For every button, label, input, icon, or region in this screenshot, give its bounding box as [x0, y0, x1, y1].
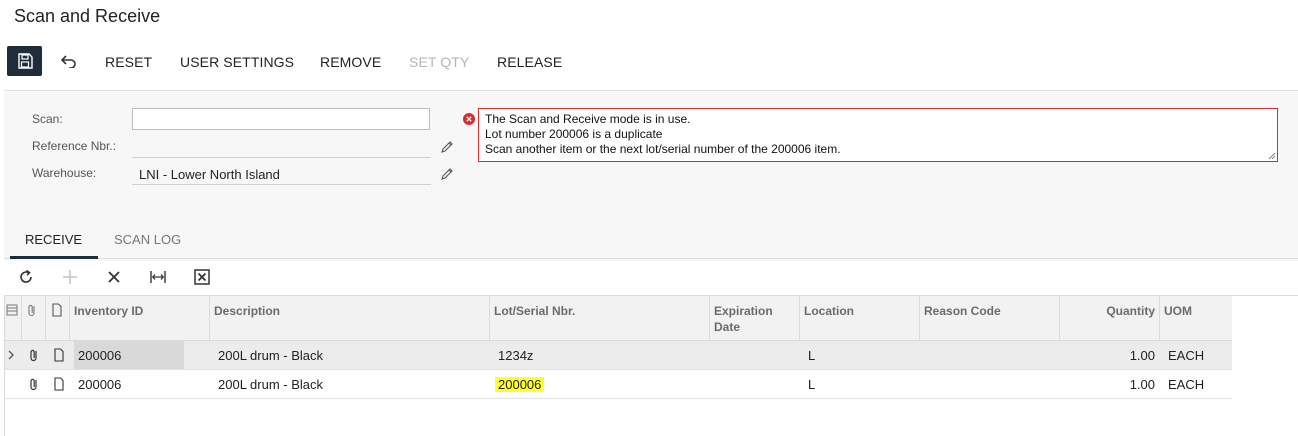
- cell-description[interactable]: 200L drum - Black: [218, 348, 323, 363]
- current-row-chevron-icon: [8, 350, 14, 360]
- error-icon: [463, 113, 475, 125]
- status-message-box[interactable]: The Scan and Receive mode is in use. Lot…: [478, 108, 1278, 162]
- cell-inventory-id[interactable]: 200006: [78, 348, 121, 363]
- message-line-1: The Scan and Receive mode is in use.: [485, 112, 691, 126]
- warehouse-value: LNI - Lower North Island: [139, 167, 280, 182]
- note-icon[interactable]: [53, 377, 65, 391]
- warehouse-label: Warehouse:: [32, 166, 97, 180]
- edit-reference-icon[interactable]: [440, 140, 454, 154]
- reference-label: Reference Nbr.:: [32, 139, 117, 153]
- col-uom[interactable]: UOM: [1164, 303, 1192, 319]
- col-lot-serial[interactable]: Lot/Serial Nbr.: [494, 303, 575, 319]
- save-icon: [17, 53, 33, 69]
- attachment-icon[interactable]: [28, 348, 40, 362]
- row-selector-icon[interactable]: [6, 304, 18, 316]
- col-quantity[interactable]: Quantity: [1064, 303, 1155, 319]
- col-expiration-line2: Date: [714, 320, 741, 334]
- fit-columns-icon[interactable]: [149, 268, 167, 286]
- tabs-divider: [4, 258, 1298, 259]
- grid-header: Inventory ID Description Lot/Serial Nbr.…: [4, 296, 1232, 341]
- undo-button[interactable]: [52, 46, 86, 76]
- attachment-icon[interactable]: [28, 377, 40, 391]
- active-tab-indicator: [10, 256, 98, 259]
- edit-warehouse-icon[interactable]: [440, 167, 454, 181]
- cell-location[interactable]: L: [808, 377, 815, 392]
- col-description[interactable]: Description: [214, 303, 280, 319]
- note-header-icon: [52, 303, 62, 317]
- table-row[interactable]: 200006 200L drum - Black 200006 L 1.00 E…: [4, 370, 1232, 399]
- export-excel-icon[interactable]: [193, 268, 211, 286]
- set-qty-button[interactable]: SET QTY: [409, 54, 469, 70]
- warehouse-field[interactable]: [132, 184, 431, 185]
- cell-lot-serial-highlighted[interactable]: 200006: [495, 377, 545, 392]
- add-row-icon[interactable]: [61, 268, 79, 286]
- undo-icon: [60, 55, 76, 68]
- reference-field[interactable]: [132, 157, 431, 158]
- cell-quantity[interactable]: 1.00: [1064, 377, 1155, 392]
- user-settings-button[interactable]: USER SETTINGS: [180, 54, 294, 70]
- cell-lot-serial[interactable]: 1234z: [498, 348, 533, 363]
- main-toolbar: [7, 46, 86, 76]
- message-line-2: Lot number 200006 is a duplicate: [485, 127, 663, 141]
- scan-input[interactable]: [132, 108, 430, 130]
- delete-row-icon[interactable]: [105, 268, 123, 286]
- save-button[interactable]: [7, 46, 42, 76]
- scan-label: Scan:: [32, 112, 63, 126]
- message-line-3: Scan another item or the next lot/serial…: [485, 142, 841, 156]
- cell-inventory-id[interactable]: 200006: [78, 377, 121, 392]
- col-expiration-date[interactable]: Expiration Date: [714, 303, 773, 335]
- cell-uom[interactable]: EACH: [1168, 377, 1204, 392]
- reset-button[interactable]: RESET: [105, 54, 152, 70]
- table-row[interactable]: 200006 200L drum - Black 1234z L 1.00 EA…: [4, 341, 1232, 370]
- col-inventory-id[interactable]: Inventory ID: [74, 303, 143, 319]
- grid-left-border: [4, 296, 5, 436]
- cell-description[interactable]: 200L drum - Black: [218, 377, 323, 392]
- tab-receive[interactable]: RECEIVE: [25, 232, 82, 247]
- note-icon[interactable]: [53, 348, 65, 362]
- attachment-header-icon: [28, 304, 35, 317]
- col-expiration-line1: Expiration: [714, 304, 773, 318]
- remove-button[interactable]: REMOVE: [320, 54, 381, 70]
- refresh-icon[interactable]: [17, 268, 35, 286]
- cell-uom[interactable]: EACH: [1168, 348, 1204, 363]
- page-title: Scan and Receive: [14, 6, 161, 26]
- release-button[interactable]: RELEASE: [497, 54, 562, 70]
- cell-location[interactable]: L: [808, 348, 815, 363]
- tab-scan-log[interactable]: SCAN LOG: [114, 232, 181, 247]
- col-reason-code[interactable]: Reason Code: [924, 303, 1001, 319]
- col-location[interactable]: Location: [804, 303, 854, 319]
- cell-quantity[interactable]: 1.00: [1064, 348, 1155, 363]
- resize-grip-icon[interactable]: [1268, 152, 1276, 160]
